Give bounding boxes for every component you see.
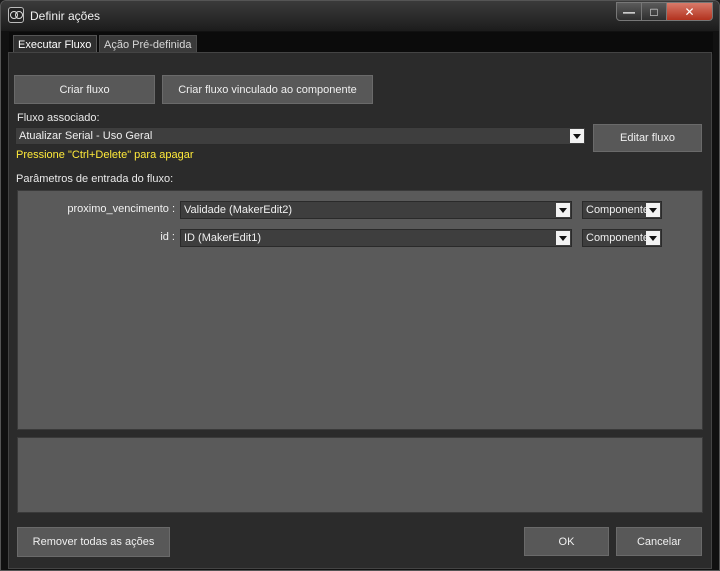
edit-flow-button[interactable]: Editar fluxo: [593, 124, 702, 152]
chevron-down-icon[interactable]: [556, 203, 570, 217]
chevron-down-icon[interactable]: [646, 231, 660, 245]
chevron-down-icon[interactable]: [646, 203, 660, 217]
delete-hint: Pressione "Ctrl+Delete" para apagar: [16, 149, 194, 161]
param-name-proximo-vencimento: proximo_vencimento :: [67, 203, 175, 215]
tab-bar: Executar Fluxo Ação Pré-definida: [9, 32, 713, 54]
chevron-down-icon[interactable]: [556, 231, 570, 245]
tab-executar-fluxo[interactable]: Executar Fluxo: [13, 35, 97, 53]
ok-button[interactable]: OK: [524, 527, 609, 556]
message-panel: [17, 437, 703, 513]
associated-flow-value: Atualizar Serial - Uso Geral: [19, 130, 153, 142]
cancel-button[interactable]: Cancelar: [616, 527, 702, 556]
chevron-down-icon[interactable]: [570, 129, 584, 143]
app-logo-icon: [8, 7, 24, 23]
param-value-text: Validade (MakerEdit2): [184, 204, 293, 216]
param-name-id: id :: [160, 231, 175, 243]
close-button[interactable]: ✕: [666, 2, 713, 21]
param-value-text: ID (MakerEdit1): [184, 232, 262, 244]
params-panel: [17, 190, 703, 430]
param-type-select[interactable]: Componente: [582, 201, 662, 219]
create-linked-flow-button[interactable]: Criar fluxo vinculado ao componente: [162, 75, 373, 104]
input-params-label: Parâmetros de entrada do fluxo:: [16, 173, 174, 185]
create-flow-button[interactable]: Criar fluxo: [14, 75, 155, 104]
title-bar[interactable]: Definir ações — □ ✕: [1, 1, 719, 31]
minimize-button[interactable]: —: [616, 2, 642, 21]
param-value-select[interactable]: Validade (MakerEdit2): [180, 201, 572, 219]
param-type-text: Componente: [586, 204, 649, 216]
param-type-text: Componente: [586, 232, 649, 244]
associated-flow-select[interactable]: Atualizar Serial - Uso Geral: [15, 127, 586, 145]
param-type-select[interactable]: Componente: [582, 229, 662, 247]
maximize-button[interactable]: □: [641, 2, 667, 21]
associated-flow-label: Fluxo associado:: [17, 112, 100, 124]
param-value-select[interactable]: ID (MakerEdit1): [180, 229, 572, 247]
window-title: Definir ações: [30, 9, 101, 23]
tab-acao-pre-definida[interactable]: Ação Pré-definida: [99, 35, 197, 53]
remove-all-actions-button[interactable]: Remover todas as ações: [17, 527, 170, 557]
